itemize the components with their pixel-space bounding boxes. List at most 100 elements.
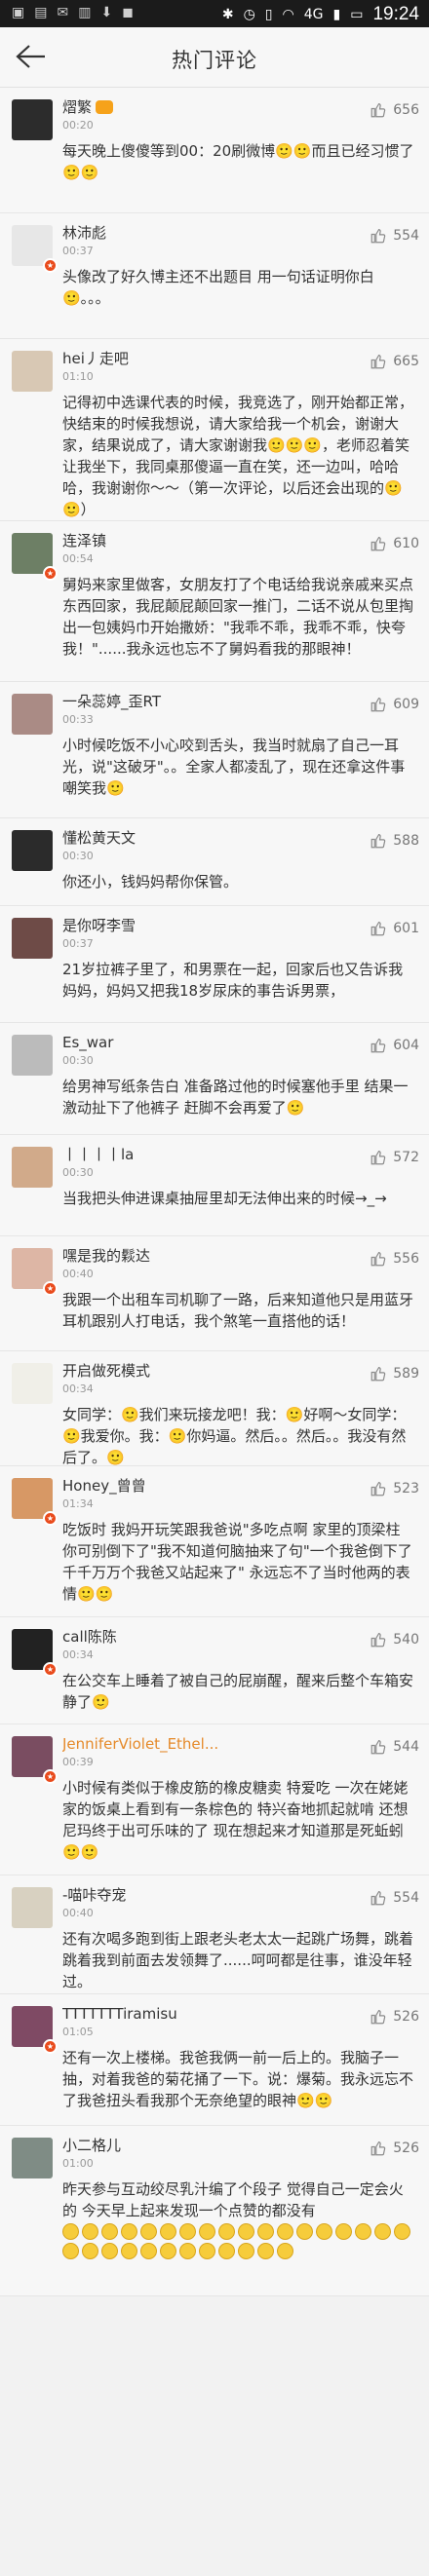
comment-item[interactable]: 是你呀李雪 00:37 21岁拉裤子里了，和男票在一起，回家后也又告诉我妈妈，妈妈又…: [0, 906, 429, 1023]
commenter-name[interactable]: 林沛彪: [62, 223, 296, 243]
comment-item[interactable]: 熠繁 00:20 每天晚上傻傻等到00：20刷微博🙂🙂而且已经习惯了🙂🙂 656: [0, 88, 429, 213]
battery-icon: ▭: [350, 7, 364, 22]
avatar[interactable]: [12, 99, 53, 140]
comment-item[interactable]: ★ 林沛彪 00:37 头像改了好久博主还不出题目 用一句话证明你白🙂。。。 554: [0, 213, 429, 339]
like-count: 610: [393, 536, 419, 551]
smile-icon: [121, 2243, 137, 2259]
smile-icon: [218, 2243, 235, 2259]
commenter-name[interactable]: 嘿是我的鬏达: [62, 1246, 296, 1266]
comment-item[interactable]: ★ JenniferViolet_Ethel... 00:39 小时候有类似于橡皮筋的…: [0, 1724, 429, 1875]
avatar[interactable]: [12, 1363, 53, 1404]
commenter-name[interactable]: 懂松黄天文: [62, 828, 296, 848]
thumbs-up-icon: [370, 1633, 386, 1648]
network-label: 4G: [303, 7, 324, 22]
comment-item[interactable]: 开启做死模式 00:34 女同学：🙂我们来玩接龙吧！我：🙂好啊～女同学：🙂我爱你。我…: [0, 1351, 429, 1466]
comment-item[interactable]: 一朵蕊婷_歪RT 00:33 小时候吃饭不小心咬到舌头，我当时就扇了自己一耳光，说"…: [0, 682, 429, 818]
like-button[interactable]: 604: [370, 1037, 419, 1054]
avatar[interactable]: [12, 1147, 53, 1188]
like-button[interactable]: 601: [370, 920, 419, 937]
avatar[interactable]: [12, 1035, 53, 1076]
like-button[interactable]: 540: [370, 1631, 419, 1648]
commenter-name[interactable]: Es_war: [62, 1033, 296, 1052]
like-button[interactable]: 572: [370, 1149, 419, 1166]
commenter-name[interactable]: 开启做死模式: [62, 1361, 296, 1381]
comment-text: 给男神写纸条告白 准备路过他的时候塞他手里 结果一激动扯下了他裤子 赶脚不会再爱…: [62, 1078, 409, 1117]
commenter-name[interactable]: 连泽镇: [62, 531, 296, 550]
page-title: 热门评论: [172, 49, 257, 72]
vip-badge-icon: ★: [43, 1511, 58, 1526]
like-button[interactable]: 526: [370, 2140, 419, 2157]
comment-item[interactable]: ★ Honey_曾曾 01:34 吃饭时 我妈开玩笑跟我爸说"多吃点啊 家里的顶梁柱 …: [0, 1466, 429, 1617]
comment-item[interactable]: Es_war 00:30 给男神写纸条告白 准备路过他的时候塞他手里 结果一激动扯下…: [0, 1023, 429, 1135]
like-button[interactable]: 556: [370, 1250, 419, 1268]
comment-item[interactable]: ★ 嘿是我的鬏达 00:40 我跟一个出租车司机聊了一路，后来知道他只是用蓝牙耳机跟别…: [0, 1236, 429, 1351]
commenter-name[interactable]: 熠繁: [62, 97, 296, 117]
smile-icon: [199, 2223, 215, 2240]
image-icon: ▤: [34, 5, 48, 20]
like-button[interactable]: 588: [370, 832, 419, 850]
vip-badge-icon: ★: [43, 258, 58, 273]
thumbs-up-icon: [370, 355, 386, 369]
avatar[interactable]: [12, 830, 53, 871]
like-button[interactable]: 656: [370, 101, 419, 119]
commenter-name[interactable]: 是你呀李雪: [62, 916, 296, 935]
commenter-name[interactable]: call陈陈: [62, 1627, 296, 1647]
comment-text: 小时候有类似于橡皮筋的橡皮糖卖 特爱吃 一次在姥姥家的饭桌上看到有一条棕色的 特…: [62, 1779, 409, 1861]
like-button[interactable]: 665: [370, 353, 419, 370]
commenter-name[interactable]: hei丿走吧: [62, 349, 296, 368]
notification-icon: ▣: [12, 5, 25, 20]
thumbs-up-icon: [370, 2010, 386, 2025]
comment-item[interactable]: 小二格儿 01:00 昨天参与互动绞尽乳汁编了个段子 觉得自己一定会火的 今天早上起…: [0, 2126, 429, 2296]
thumbs-up-icon: [370, 1740, 386, 1755]
comment-item[interactable]: hei丿走吧 01:10 记得初中选课代表的时候，我竞选了，刚开始都正常，快结束的时…: [0, 339, 429, 521]
vip-badge-icon: ★: [43, 1769, 58, 1784]
thumbs-up-icon: [370, 1482, 386, 1496]
commenter-name[interactable]: -喵咔夺宠: [62, 1885, 296, 1905]
avatar[interactable]: [12, 2138, 53, 2178]
like-button[interactable]: 610: [370, 535, 419, 552]
commenter-name[interactable]: 丨丨丨丨la: [62, 1145, 296, 1164]
comment-text: 头像改了好久博主还不出题目 用一句话证明你白🙂。。。: [62, 268, 374, 307]
vip-badge-icon: ★: [43, 1662, 58, 1677]
like-button[interactable]: 544: [370, 1738, 419, 1756]
avatar[interactable]: [12, 694, 53, 735]
bag-icon: ◼: [122, 5, 134, 20]
comment-time: 00:34: [62, 1383, 94, 1395]
like-button[interactable]: 589: [370, 1365, 419, 1383]
smile-icon: [335, 2223, 352, 2240]
commenter-name[interactable]: 一朵蕊婷_歪RT: [62, 692, 296, 711]
message-icon: ✉: [57, 5, 69, 20]
smile-icon: [160, 2243, 176, 2259]
smile-icon: [218, 2223, 235, 2240]
like-button[interactable]: 554: [370, 1889, 419, 1907]
like-button[interactable]: 609: [370, 696, 419, 713]
commenter-name[interactable]: Honey_曾曾: [62, 1476, 296, 1496]
comment-text: 女同学：🙂我们来玩接龙吧！我：🙂好啊～女同学：🙂我爱你。我：🙂你妈逼。然后。。然…: [62, 1406, 407, 1466]
avatar[interactable]: [12, 351, 53, 392]
comment-item[interactable]: 丨丨丨丨la 00:30 当我把头伸进课桌抽屉里却无法伸出来的时候→_→ 572: [0, 1135, 429, 1236]
thumbs-up-icon: [370, 1367, 386, 1382]
comment-item[interactable]: ★ 连泽镇 00:54 舅妈来家里做客，女朋友打了个电话给我说亲戚来买点东西回家，我屁…: [0, 521, 429, 682]
smile-icon: [101, 2223, 118, 2240]
commenter-name[interactable]: 小二格儿: [62, 2136, 296, 2155]
like-count: 526: [393, 2140, 419, 2156]
comment-item[interactable]: ★ TTTTTTTiramisu 01:05 还有一次上楼梯。我爸我俩一前一后上的。我…: [0, 1994, 429, 2126]
comment-text: 我跟一个出租车司机聊了一路，后来知道他只是用蓝牙耳机跟别人打电话，我个煞笔一直搭…: [62, 1291, 414, 1330]
smile-icon: [62, 2223, 79, 2240]
comment-text: 吃饭时 我妈开玩笑跟我爸说"多吃点啊 家里的顶梁柱 你可别倒下了"我不知道何脑抽…: [62, 1521, 412, 1603]
comment-time: 00:34: [62, 1648, 94, 1661]
commenter-name[interactable]: JenniferViolet_Ethel...: [62, 1734, 296, 1754]
comment-text: 还有一次上楼梯。我爸我俩一前一后上的。我脑子一抽，对着我爸的菊花捅了一下。说：爆…: [62, 2049, 414, 2109]
comment-item[interactable]: -喵咔夺宠 00:40 还有次喝多跑到街上跟老头老太太一起跳广场舞，跳着跳着我到前面…: [0, 1875, 429, 1994]
avatar[interactable]: [12, 918, 53, 959]
thumbs-up-icon: [370, 834, 386, 849]
comment-time: 00:20: [62, 119, 94, 132]
commenter-name[interactable]: TTTTTTTiramisu: [62, 2004, 296, 2024]
like-button[interactable]: 526: [370, 2008, 419, 2026]
like-button[interactable]: 523: [370, 1480, 419, 1497]
comment-item[interactable]: 懂松黄天文 00:30 你还小，钱妈妈帮你保管。 588: [0, 818, 429, 906]
comment-item[interactable]: ★ call陈陈 00:34 在公交车上睡着了被自己的屁崩醒，醒来后整个车箱安静了🙂 5…: [0, 1617, 429, 1724]
like-button[interactable]: 554: [370, 227, 419, 245]
like-count: 540: [393, 1632, 419, 1648]
avatar[interactable]: [12, 1887, 53, 1928]
